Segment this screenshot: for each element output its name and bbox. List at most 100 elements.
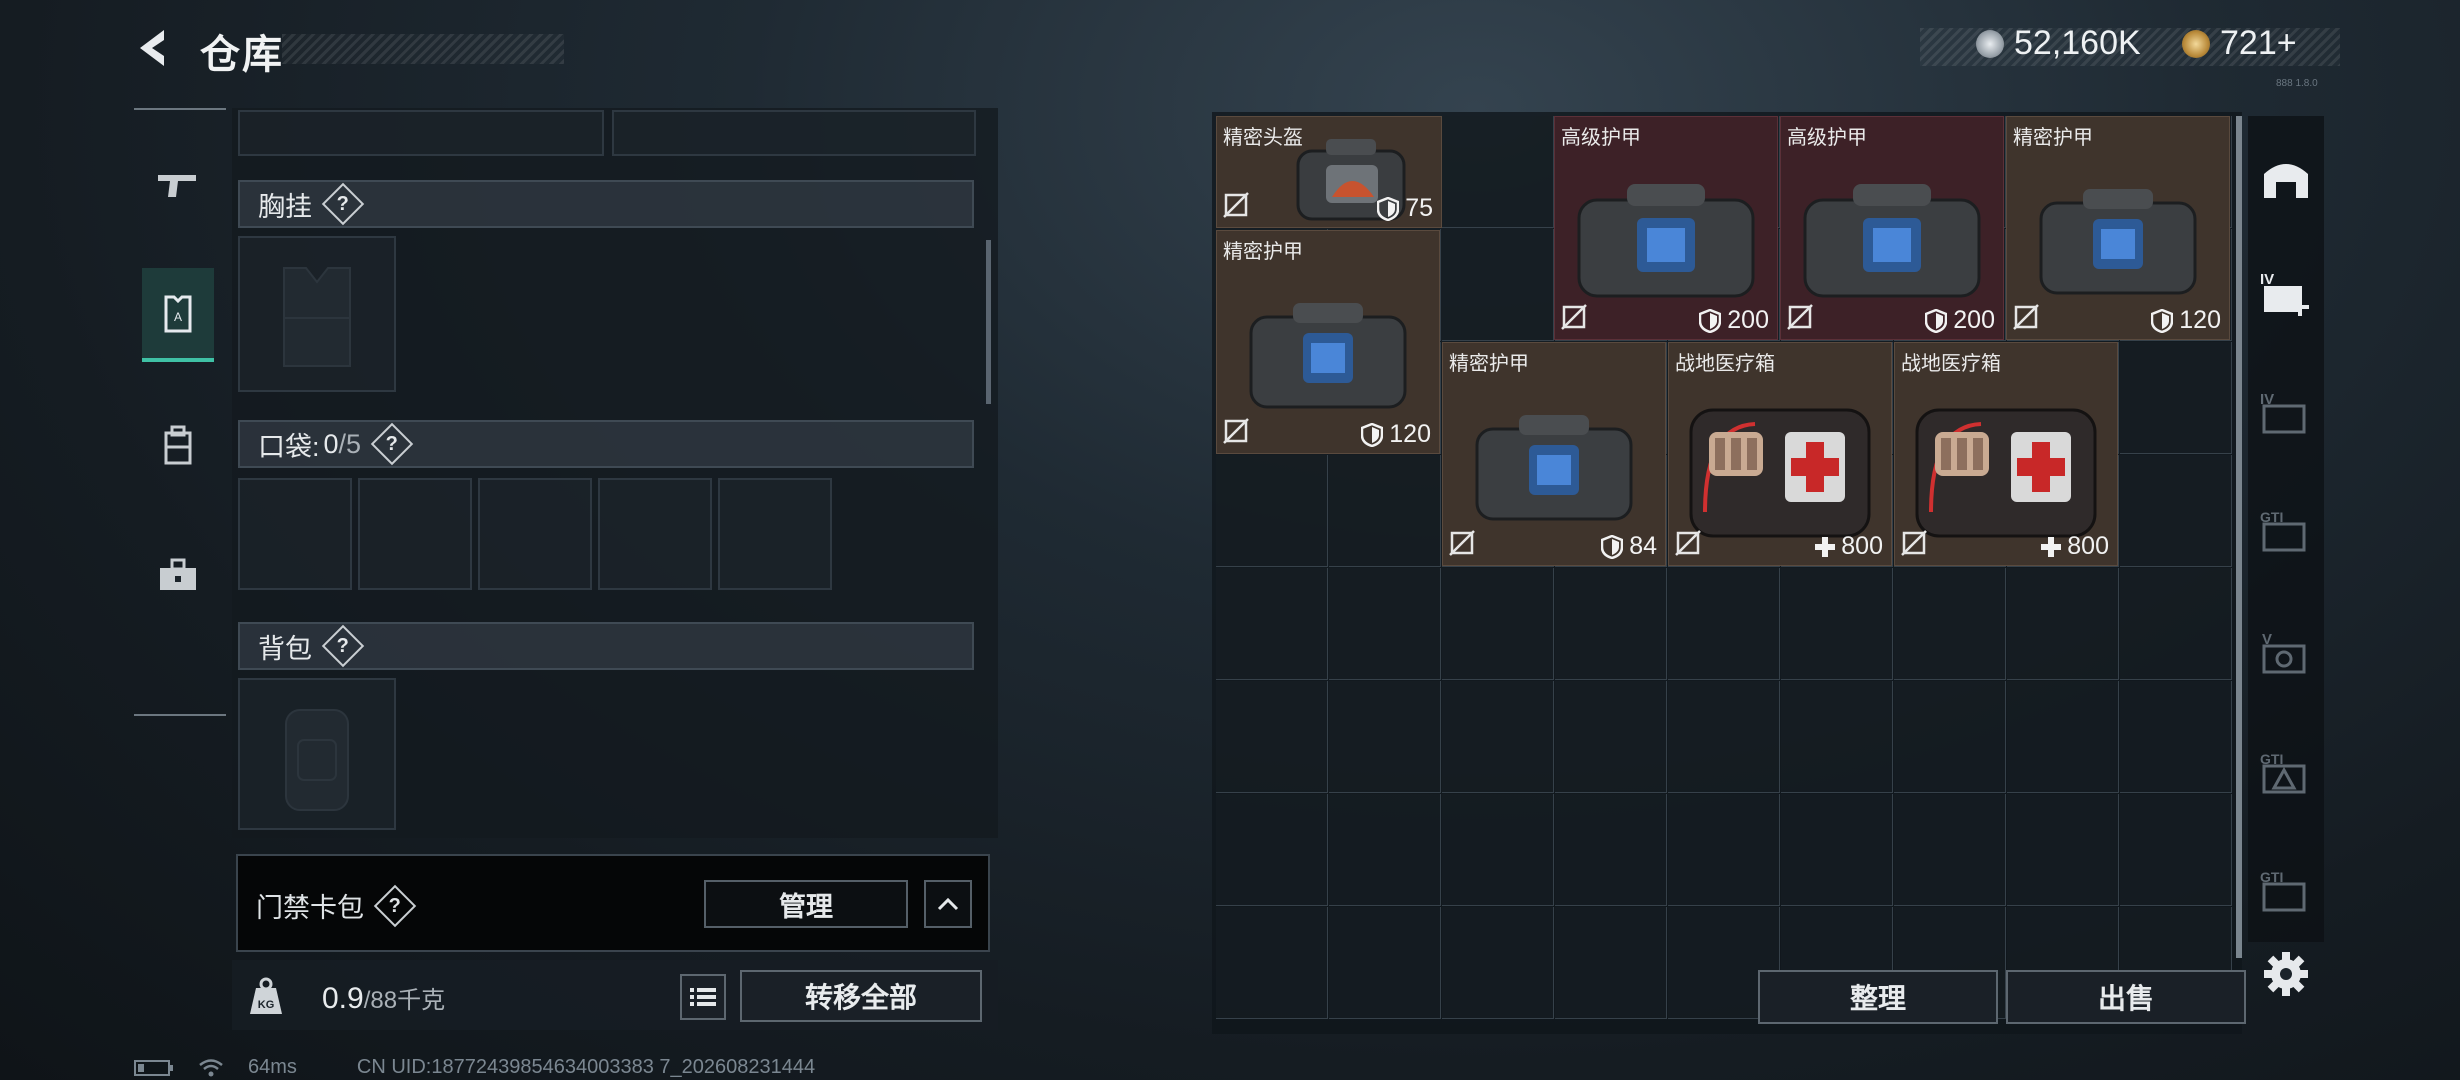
vest-placeholder-icon bbox=[283, 267, 351, 367]
collapse-button[interactable] bbox=[924, 880, 972, 928]
stash-item[interactable]: 战地医疗箱 800 bbox=[1894, 342, 2118, 566]
stash-grid-cell[interactable] bbox=[1442, 907, 1554, 1019]
pocket-slot[interactable] bbox=[478, 478, 592, 590]
stash-grid-cell[interactable] bbox=[1216, 681, 1328, 793]
nav-case[interactable] bbox=[142, 530, 214, 620]
backpack-slot[interactable] bbox=[238, 678, 396, 830]
stash-grid-cell[interactable] bbox=[1442, 229, 1554, 341]
chest-rig-header: 胸挂 ? bbox=[238, 180, 974, 228]
nav-backpack[interactable] bbox=[142, 400, 214, 490]
stash-grid-cell[interactable] bbox=[1442, 116, 1554, 228]
help-icon[interactable]: ? bbox=[321, 624, 365, 668]
no-insure-icon bbox=[1561, 304, 1587, 335]
stash-grid-cell[interactable] bbox=[1781, 568, 1893, 680]
stash-tab-gti[interactable]: GTI bbox=[2254, 500, 2318, 564]
stash-tab-gti-2[interactable]: GTI bbox=[2254, 742, 2318, 806]
stash-grid-cell[interactable] bbox=[1781, 794, 1893, 906]
transfer-all-button[interactable]: 转移全部 bbox=[740, 970, 982, 1022]
list-view-button[interactable] bbox=[680, 974, 726, 1020]
stash-tab-main[interactable] bbox=[2254, 146, 2318, 210]
shield-icon bbox=[1377, 196, 1400, 221]
back-button[interactable] bbox=[130, 24, 178, 72]
stash-grid-cell[interactable] bbox=[1442, 681, 1554, 793]
stash-grid-cell[interactable] bbox=[1442, 794, 1554, 906]
stash-grid-cell[interactable] bbox=[1216, 907, 1328, 1019]
help-icon[interactable]: ? bbox=[370, 422, 414, 466]
armor-case-icon bbox=[1803, 184, 1981, 298]
top-slot-left[interactable] bbox=[238, 110, 604, 156]
pocket-slot[interactable] bbox=[238, 478, 352, 590]
no-insure-icon bbox=[1787, 304, 1813, 335]
no-insure-icon bbox=[1449, 530, 1475, 561]
chest-rig-slot[interactable] bbox=[238, 236, 396, 392]
stash-tab-iv[interactable]: IV bbox=[2254, 382, 2318, 446]
stash-tab-v[interactable]: V bbox=[2254, 622, 2318, 686]
stash-item[interactable]: 高级护甲 200 bbox=[1780, 116, 2004, 340]
nav-weapons[interactable] bbox=[142, 140, 214, 230]
top-slot-right[interactable] bbox=[612, 110, 976, 156]
plus-heal-icon bbox=[1815, 536, 1836, 557]
stash-grid-cell[interactable] bbox=[1781, 681, 1893, 793]
weight-max: /88千克 bbox=[363, 987, 446, 1014]
stash-item[interactable]: 战地医疗箱 800 bbox=[1668, 342, 1892, 566]
stash-grid-cell[interactable] bbox=[2120, 342, 2232, 454]
stash-grid-cell[interactable] bbox=[1894, 568, 2006, 680]
stash-item[interactable]: 精密护甲 120 bbox=[2006, 116, 2230, 340]
stash-grid-cell[interactable] bbox=[1329, 568, 1441, 680]
sort-button[interactable]: 整理 bbox=[1758, 970, 1998, 1024]
stash-grid-cell[interactable] bbox=[2120, 568, 2232, 680]
stash-grid-cell[interactable] bbox=[1668, 794, 1780, 906]
stash-grid-cell[interactable] bbox=[1216, 455, 1328, 567]
briefcase-icon bbox=[160, 558, 196, 590]
stash-grid-cell[interactable] bbox=[1216, 568, 1328, 680]
stash-item[interactable]: 精密护甲 84 bbox=[1442, 342, 1666, 566]
item-name: 精密护甲 bbox=[1223, 241, 1303, 263]
stash-grid-cell[interactable] bbox=[1555, 681, 1667, 793]
stash-grid-cell[interactable] bbox=[2007, 794, 2119, 906]
stash-grid-cell[interactable] bbox=[1555, 907, 1667, 1019]
stash-gti-icon: GTI bbox=[2260, 869, 2306, 912]
currency-silver[interactable]: 52,160K bbox=[1976, 24, 2141, 63]
stash-grid-cell[interactable] bbox=[1329, 681, 1441, 793]
stash-grid-cell[interactable] bbox=[1555, 794, 1667, 906]
stash-grid-cell[interactable] bbox=[2120, 794, 2232, 906]
item-stat: 800 bbox=[2041, 532, 2109, 561]
pocket-slot[interactable] bbox=[358, 478, 472, 590]
settings-button[interactable] bbox=[2262, 950, 2310, 998]
stash-grid-cell[interactable] bbox=[2120, 681, 2232, 793]
equipment-scrollbar[interactable] bbox=[986, 240, 991, 404]
sell-button[interactable]: 出售 bbox=[2006, 970, 2246, 1024]
help-icon[interactable]: ? bbox=[321, 182, 365, 226]
stash-tab-add[interactable]: IV bbox=[2254, 262, 2318, 326]
stash-grid-cell[interactable] bbox=[1329, 794, 1441, 906]
stash-item[interactable]: 高级护甲 200 bbox=[1554, 116, 1778, 340]
manage-button[interactable]: 管理 bbox=[704, 880, 908, 928]
stash-item[interactable]: 精密护甲 120 bbox=[1216, 230, 1440, 454]
stash-grid-cell[interactable] bbox=[1442, 568, 1554, 680]
stash-tab-gti-3[interactable]: GTI bbox=[2254, 860, 2318, 924]
stash-grid-cell[interactable] bbox=[2120, 455, 2232, 567]
stash-grid-cell[interactable] bbox=[1894, 681, 2006, 793]
stash-grid-cell[interactable] bbox=[1555, 568, 1667, 680]
stash-grid-cell[interactable] bbox=[1894, 794, 2006, 906]
stash-scrollbar[interactable] bbox=[2236, 116, 2242, 958]
stash-grid-cell[interactable] bbox=[1216, 794, 1328, 906]
stash-grid-cell[interactable] bbox=[1668, 568, 1780, 680]
currency-gold[interactable]: 721+ bbox=[2182, 24, 2297, 63]
stash-grid-cell[interactable] bbox=[2007, 568, 2119, 680]
stash-grid-cell[interactable] bbox=[1668, 681, 1780, 793]
item-stat-value: 800 bbox=[1841, 532, 1883, 560]
help-icon[interactable]: ? bbox=[373, 884, 417, 927]
nav-equipment[interactable]: A bbox=[142, 268, 214, 362]
pocket-slot[interactable] bbox=[718, 478, 832, 590]
pocket-slot[interactable] bbox=[598, 478, 712, 590]
add-stash-iv-icon: IV bbox=[2260, 271, 2309, 316]
stash-grid-cell[interactable] bbox=[1329, 455, 1441, 567]
stash-grid-cell[interactable] bbox=[1329, 907, 1441, 1019]
stash-item[interactable]: 精密头盔 75 bbox=[1216, 116, 1442, 228]
no-insure-icon bbox=[1223, 418, 1249, 449]
title-decoration bbox=[282, 34, 564, 64]
stash-grid-cell[interactable] bbox=[2007, 681, 2119, 793]
pocket-count: 0 bbox=[323, 428, 339, 459]
shield-icon bbox=[1925, 308, 1948, 333]
